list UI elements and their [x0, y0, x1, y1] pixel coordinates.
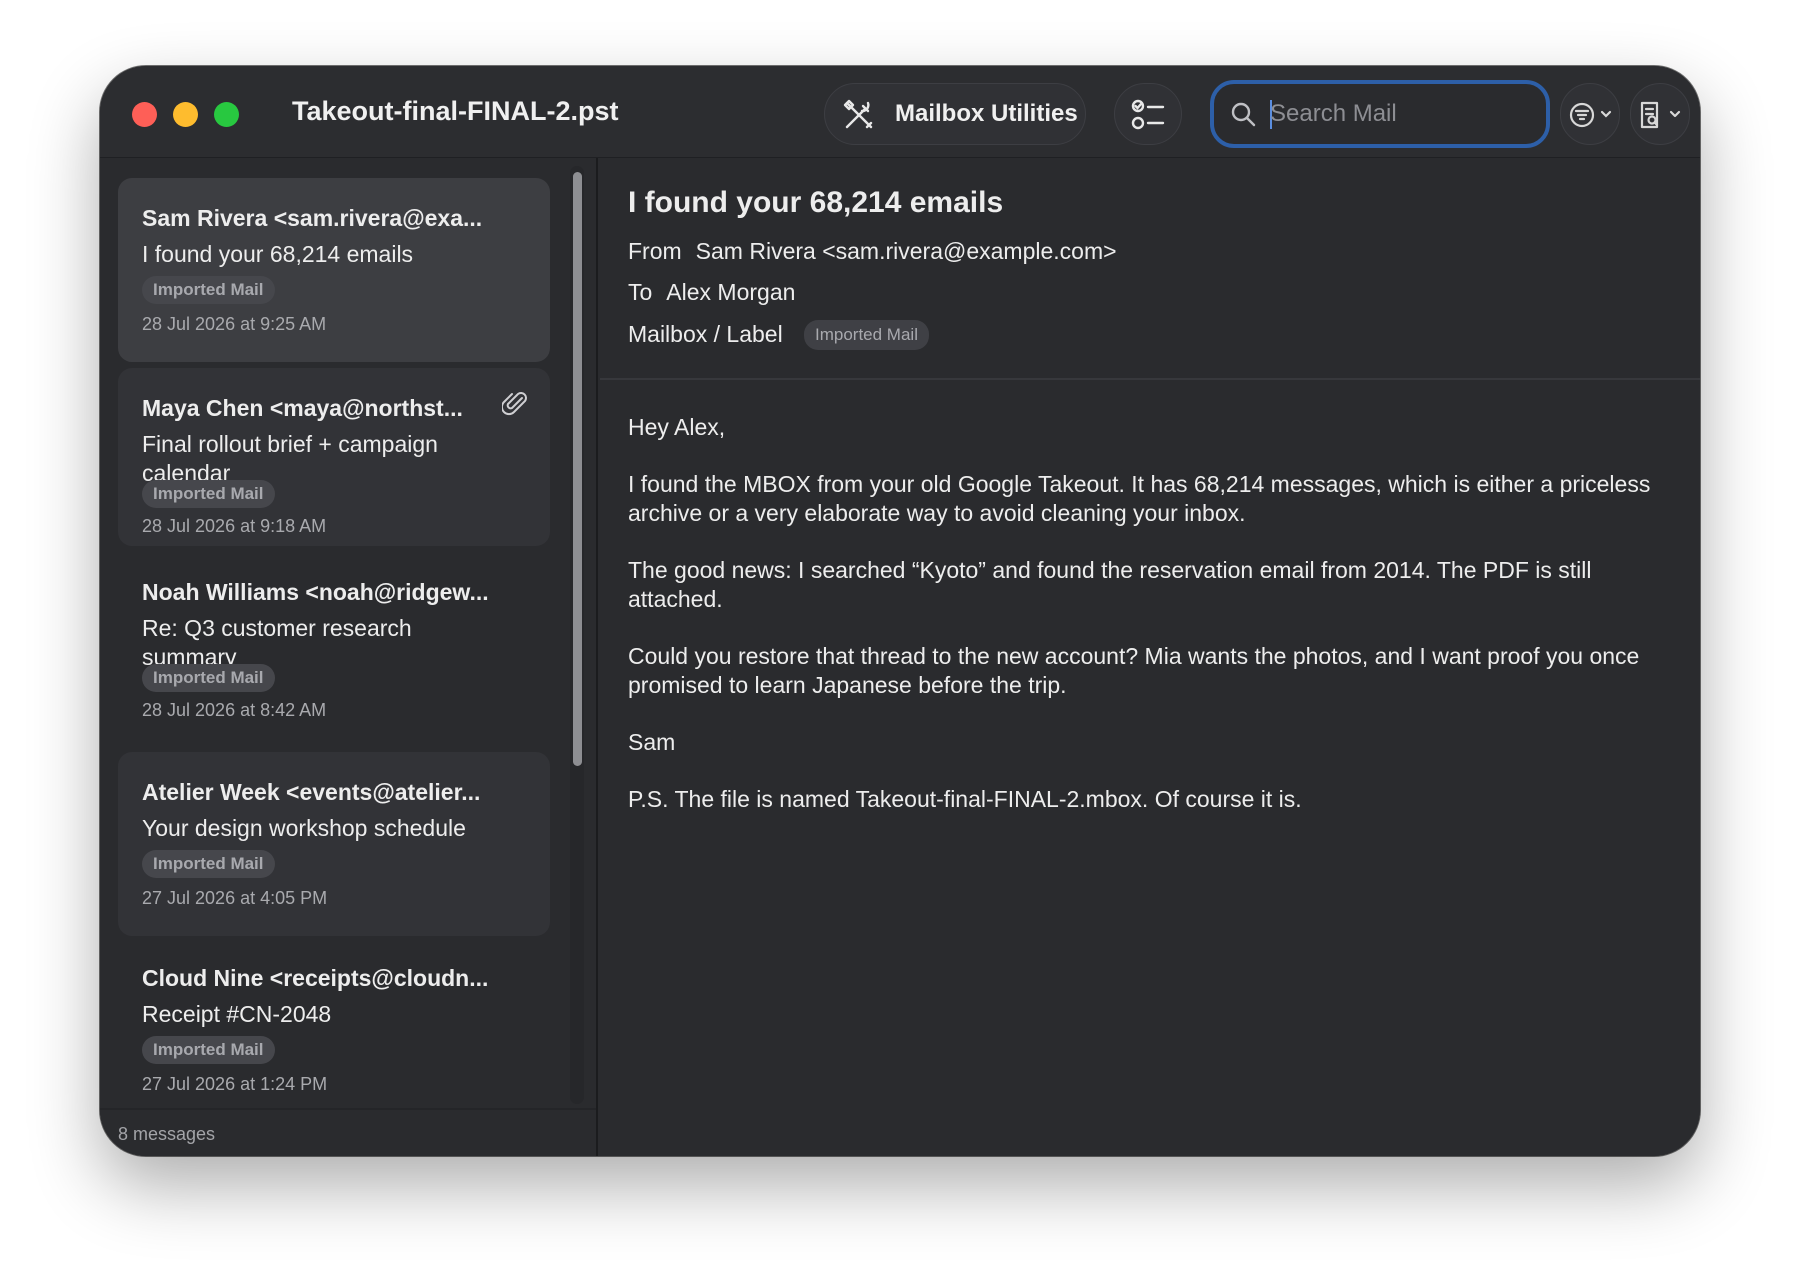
- message-subject: I found your 68,214 emails: [142, 241, 414, 267]
- message-sender: Cloud Nine <receipts@cloudn...: [142, 965, 489, 991]
- body-paragraph: The good news: I searched “Kyoto” and fo…: [628, 557, 1592, 612]
- to-label: To: [628, 279, 653, 305]
- message-viewer: I found your 68,214 emails From Sam River…: [600, 158, 1700, 1156]
- mailbox-tag: Imported Mail: [142, 664, 275, 692]
- checklist-button[interactable]: [1114, 83, 1182, 145]
- title-bar: Takeout-final-FINAL-2.pst Mailbox Utilit…: [100, 66, 1700, 158]
- mailbox-row: Mailbox / Label: [628, 321, 783, 348]
- filter-button[interactable]: [1560, 83, 1620, 145]
- message-subject: Your design workshop schedule: [142, 815, 466, 841]
- message-header: I found your 68,214 emails From Sam River…: [600, 158, 1700, 380]
- message-sender: Sam Rivera <sam.rivera@exa...: [142, 205, 483, 231]
- message-count: 8 messages: [118, 1124, 216, 1144]
- to-value[interactable]: Alex Morgan: [666, 279, 795, 305]
- body-paragraph: I found the MBOX from your old Google Ta…: [628, 471, 1651, 526]
- minimize-button[interactable]: [173, 102, 198, 127]
- message-date: 28 Jul 2026 at 9:18 AM: [142, 516, 327, 536]
- from-value[interactable]: Sam Rivera <sam.rivera@example.com>: [696, 238, 1117, 264]
- to-row: To Alex Morgan: [628, 279, 795, 306]
- message-item[interactable]: Atelier Week <events@atelier... Your des…: [118, 752, 550, 936]
- checklist-icon: [1131, 99, 1165, 130]
- scrollbar-thumb[interactable]: [573, 172, 582, 766]
- view-options-button[interactable]: [1630, 83, 1690, 145]
- from-label: From: [628, 238, 682, 264]
- message-sender: Maya Chen <maya@northst...: [142, 395, 463, 421]
- message-item[interactable]: Noah Williams <noah@ridgew... Re: Q3 cus…: [118, 552, 550, 740]
- zoom-button[interactable]: [214, 102, 239, 127]
- search-input[interactable]: [1270, 96, 1530, 132]
- mailbox-tag: Imported Mail: [142, 850, 275, 878]
- mailbox-utilities-button[interactable]: Mailbox Utilities: [824, 83, 1086, 145]
- view-options-icon: [1640, 101, 1681, 129]
- mailbox-tag: Imported Mail: [142, 480, 275, 508]
- message-title: I found your 68,214 emails: [628, 186, 1004, 219]
- filter-icon: [1569, 102, 1612, 128]
- body-paragraph: P.S. The file is named Takeout-final-FIN…: [628, 786, 1302, 812]
- search-field[interactable]: [1210, 80, 1550, 148]
- message-sender: Atelier Week <events@atelier...: [142, 779, 481, 805]
- message-list-footer: 8 messages: [100, 1108, 596, 1156]
- message-date: 27 Jul 2026 at 1:24 PM: [142, 1074, 328, 1094]
- mailbox-tag: Imported Mail: [142, 276, 275, 304]
- message-subject: Receipt #CN-2048: [142, 1001, 332, 1027]
- tools-icon: [843, 99, 873, 129]
- mailbox-label: Mailbox / Label: [628, 321, 783, 347]
- mailbox-tag: Imported Mail: [142, 1036, 275, 1064]
- body-paragraph: Could you restore that thread to the new…: [628, 643, 1640, 698]
- close-button[interactable]: [132, 102, 157, 127]
- message-date: 28 Jul 2026 at 9:25 AM: [142, 314, 327, 334]
- message-list: Sam Rivera <sam.rivera@exa... I found yo…: [100, 158, 598, 1156]
- message-sender: Noah Williams <noah@ridgew...: [142, 579, 489, 605]
- message-date: 27 Jul 2026 at 4:05 PM: [142, 888, 328, 908]
- message-body: Hey Alex, I found the MBOX from your old…: [628, 413, 1668, 842]
- mail-window: Takeout-final-FINAL-2.pst Mailbox Utilit…: [100, 66, 1700, 1156]
- body-paragraph: Sam: [628, 729, 676, 755]
- window-title: Takeout-final-FINAL-2.pst: [292, 96, 619, 126]
- message-item[interactable]: Cloud Nine <receipts@cloudn... Receipt #…: [118, 938, 550, 1106]
- body-paragraph: Hey Alex,: [628, 414, 726, 440]
- message-date: 28 Jul 2026 at 8:42 AM: [142, 700, 327, 720]
- search-icon: [1231, 102, 1256, 127]
- message-item[interactable]: Maya Chen <maya@northst... Final rollout…: [118, 368, 550, 546]
- from-row: From Sam Rivera <sam.rivera@example.com>: [628, 238, 1117, 265]
- message-item[interactable]: Sam Rivera <sam.rivera@exa... I found yo…: [118, 178, 550, 362]
- mailbox-utilities-label: Mailbox Utilities: [895, 100, 1078, 127]
- mailbox-tag: Imported Mail: [804, 320, 929, 350]
- paperclip-icon: [502, 392, 527, 416]
